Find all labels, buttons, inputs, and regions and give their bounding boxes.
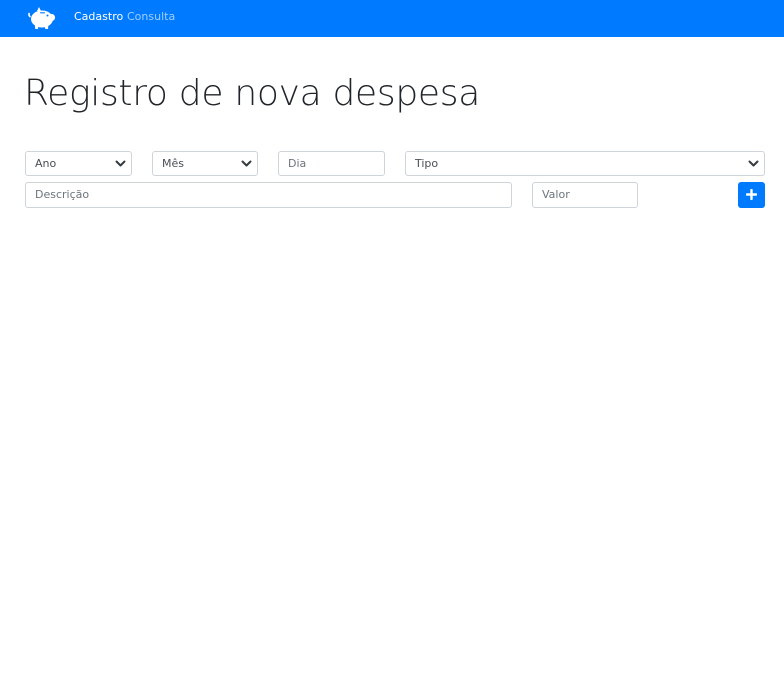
navbar: Cadastro Consulta	[0, 0, 784, 37]
mes-select[interactable]: Mês	[152, 151, 258, 176]
tipo-select[interactable]: Tipo	[405, 151, 765, 176]
ano-select-value: Ano	[35, 157, 57, 170]
nav-link-consulta[interactable]: Consulta	[127, 10, 175, 24]
nav-link-cadastro[interactable]: Cadastro	[74, 10, 123, 24]
piggy-bank-icon[interactable]	[27, 5, 57, 31]
chevron-down-icon	[241, 160, 252, 167]
chevron-down-icon	[115, 160, 126, 167]
chevron-down-icon	[748, 160, 759, 167]
add-expense-button[interactable]	[738, 182, 765, 208]
plus-icon	[746, 189, 757, 200]
dia-input[interactable]: Dia	[278, 151, 385, 176]
page-title: Registro de nova despesa	[24, 73, 480, 114]
tipo-select-value: Tipo	[415, 157, 439, 170]
valor-input-placeholder: Valor	[542, 188, 570, 201]
descricao-input[interactable]: Descrição	[25, 182, 512, 208]
valor-input[interactable]: Valor	[532, 182, 638, 208]
ano-select[interactable]: Ano	[25, 151, 132, 176]
descricao-input-placeholder: Descrição	[35, 188, 90, 201]
mes-select-value: Mês	[162, 157, 184, 170]
dia-input-placeholder: Dia	[288, 157, 307, 170]
